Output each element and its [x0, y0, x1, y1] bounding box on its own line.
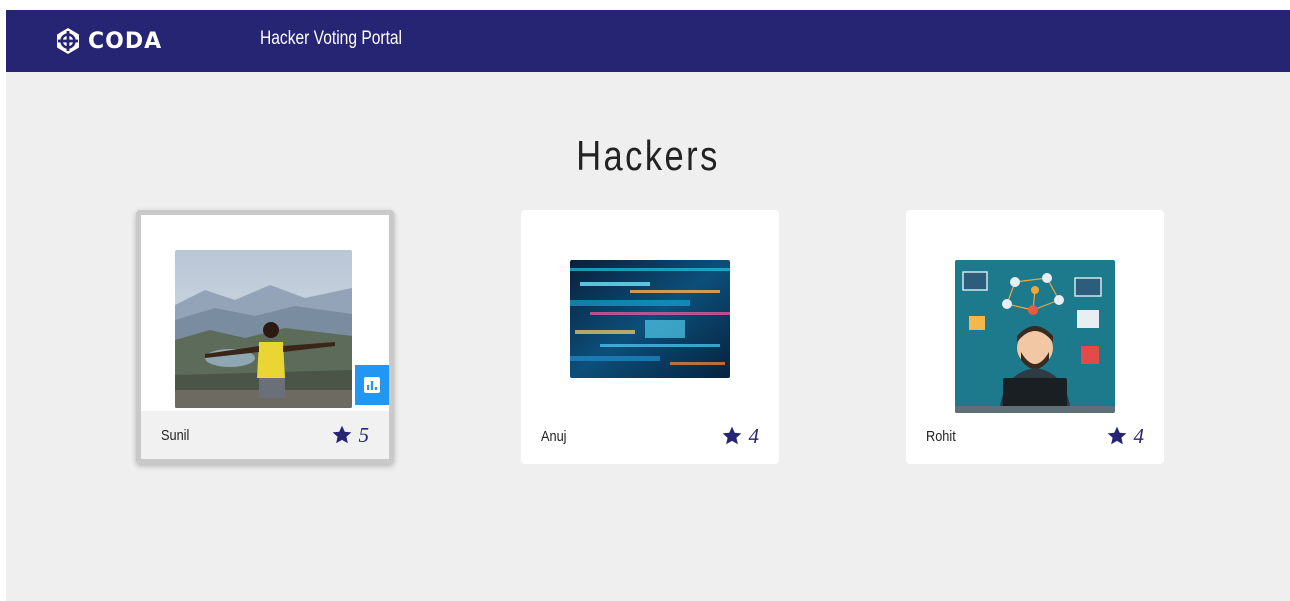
star-icon: [1107, 426, 1126, 445]
bar-chart-icon: [364, 377, 380, 393]
navbar: CODA Hacker Voting Portal: [6, 10, 1290, 72]
hacker-name: Anuj: [541, 427, 567, 445]
portal-title: Hacker Voting Portal: [260, 28, 403, 49]
card-footer: Anuj 4: [521, 408, 779, 464]
hacker-name: Sunil: [161, 426, 190, 444]
brand-name: CODA: [88, 28, 163, 54]
hacker-card-rohit[interactable]: Rohit 4: [906, 210, 1164, 464]
hacker-photo: [955, 260, 1115, 413]
hacker-card-anuj[interactable]: Anuj 4: [521, 210, 779, 464]
rating-value: 5: [358, 422, 370, 447]
hacker-photo: [175, 250, 352, 408]
rating-value: 4: [1133, 423, 1145, 448]
hacker-rating: 4: [721, 423, 760, 449]
rating-value: 4: [748, 423, 760, 448]
star-icon: [722, 426, 741, 445]
hacker-photo: [570, 260, 730, 378]
card-footer: Rohit 4: [906, 408, 1164, 464]
star-icon: [332, 425, 351, 444]
hacker-card-sunil[interactable]: Sunil 5: [136, 210, 394, 464]
card-footer: Sunil 5: [141, 411, 389, 459]
hacker-name: Rohit: [926, 427, 956, 445]
hacker-rating: 4: [1106, 423, 1145, 449]
hacker-rating: 5: [331, 422, 370, 448]
page-title: Hackers: [576, 132, 720, 179]
stats-button[interactable]: [353, 363, 389, 407]
brand-logo[interactable]: CODA: [54, 25, 162, 57]
crosshair-logo-icon: [57, 28, 79, 54]
app-frame: CODA Hacker Voting Portal Hackers Sunil …: [6, 10, 1290, 601]
